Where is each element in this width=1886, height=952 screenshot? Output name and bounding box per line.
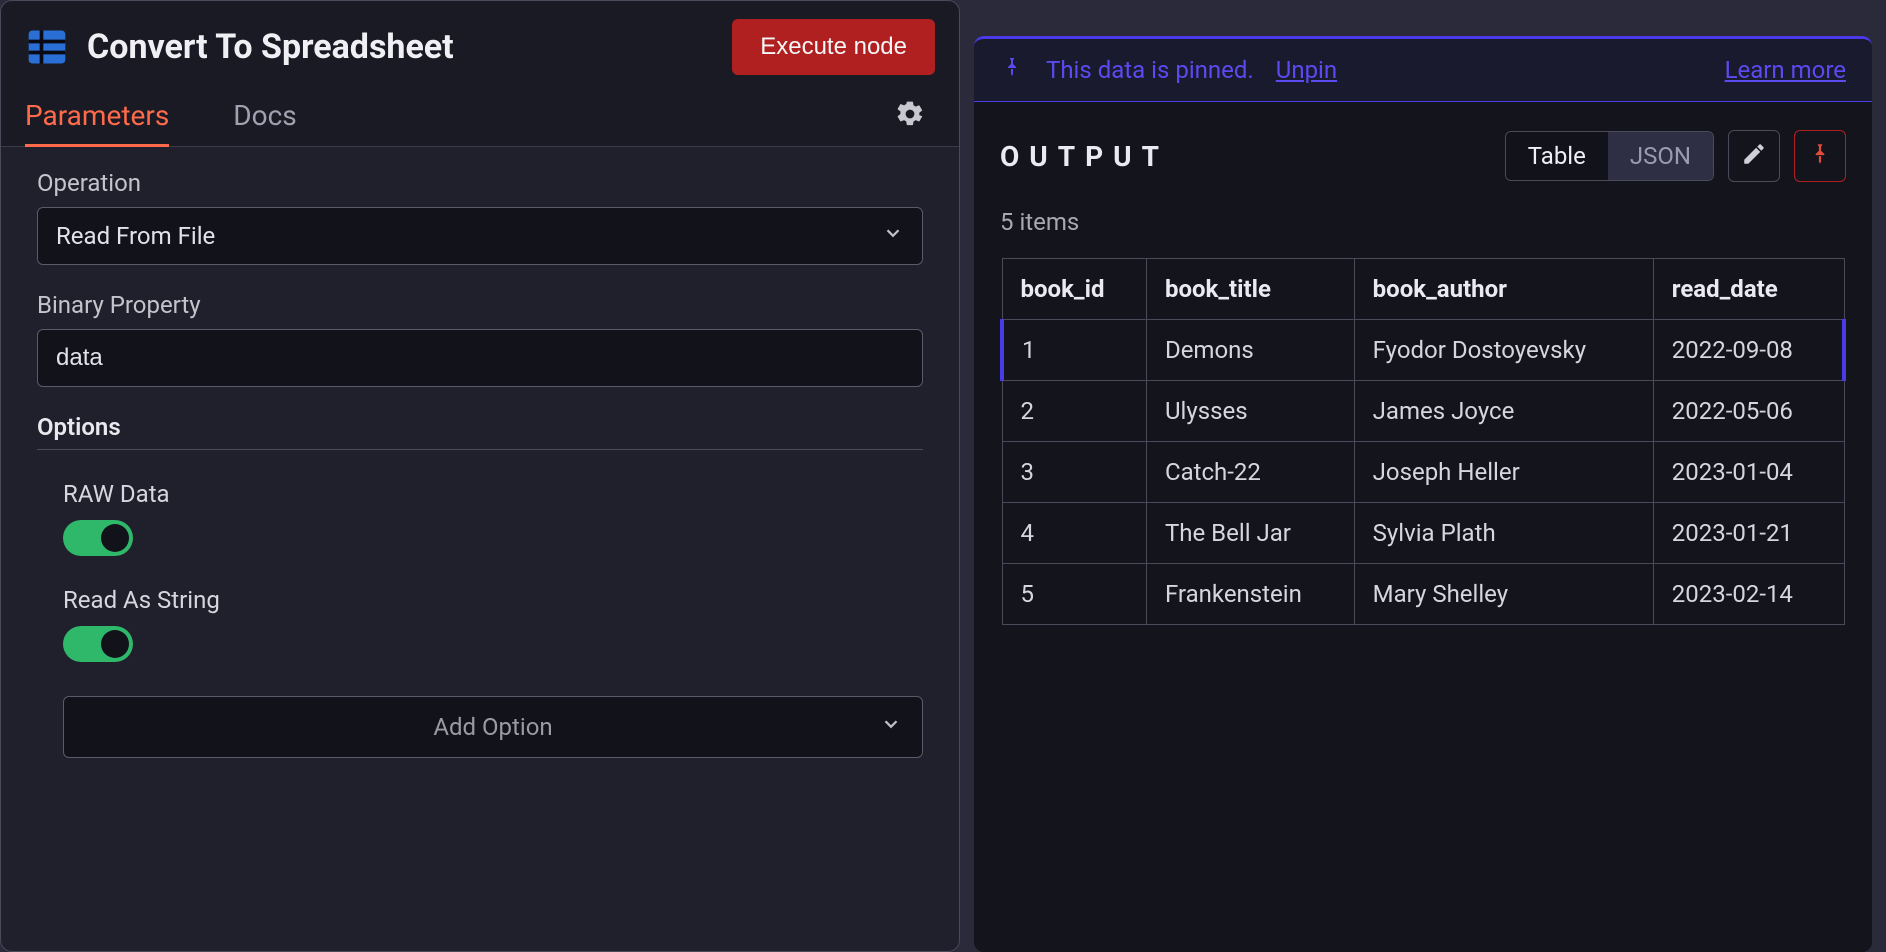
add-option-button[interactable]: Add Option [63, 696, 923, 758]
gear-icon [895, 114, 925, 133]
operation-label: Operation [37, 169, 923, 197]
view-toggle: Table JSON [1505, 131, 1714, 181]
table-row[interactable]: 3Catch-22Joseph Heller2023-01-04 [1002, 442, 1844, 503]
pinned-message: This data is pinned. [1046, 56, 1254, 84]
panel-header: Convert To Spreadsheet Execute node [1, 1, 959, 85]
table-cell: 5 [1002, 564, 1146, 625]
output-table: book_idbook_titlebook_authorread_date 1D… [1000, 258, 1846, 625]
table-cell: 2 [1002, 381, 1146, 442]
table-row[interactable]: 4The Bell JarSylvia Plath2023-01-21 [1002, 503, 1844, 564]
output-panel: This data is pinned. Unpin Learn more OU… [960, 0, 1886, 952]
parameters-body: Operation Read From File Binary Property… [1, 147, 959, 951]
read-as-string-toggle[interactable] [63, 626, 133, 662]
title-wrap: Convert To Spreadsheet [25, 25, 454, 69]
table-cell: 2023-01-21 [1653, 503, 1844, 564]
operation-select[interactable]: Read From File [37, 207, 923, 265]
chevron-down-icon [880, 713, 902, 741]
binary-property-label: Binary Property [37, 291, 923, 319]
add-option-label: Add Option [433, 713, 552, 741]
items-count: 5 items [1000, 208, 1846, 236]
options-heading: Options [37, 413, 923, 450]
table-cell: 2023-01-04 [1653, 442, 1844, 503]
option-read-as-string: Read As String [37, 580, 923, 686]
output-header: OUTPUT Table JSON [1000, 130, 1846, 182]
view-json-tab[interactable]: JSON [1608, 132, 1713, 180]
table-cell: Mary Shelley [1354, 564, 1653, 625]
pinned-bar: This data is pinned. Unpin Learn more [974, 36, 1872, 102]
raw-data-toggle[interactable] [63, 520, 133, 556]
learn-more-link[interactable]: Learn more [1725, 56, 1846, 84]
table-header-cell: book_title [1146, 259, 1354, 320]
pencil-icon [1741, 141, 1767, 171]
binary-property-input[interactable] [56, 344, 904, 372]
spreadsheet-icon [25, 25, 69, 69]
table-cell: Demons [1146, 320, 1354, 381]
output-title: OUTPUT [1000, 140, 1169, 173]
node-title: Convert To Spreadsheet [87, 27, 454, 67]
table-header-row: book_idbook_titlebook_authorread_date [1002, 259, 1844, 320]
raw-data-label: RAW Data [63, 480, 923, 508]
chevron-down-icon [882, 222, 904, 250]
toggle-knob [101, 524, 129, 552]
read-as-string-label: Read As String [63, 586, 923, 614]
table-header-cell: read_date [1653, 259, 1844, 320]
table-cell: Ulysses [1146, 381, 1354, 442]
table-cell: 2022-05-06 [1653, 381, 1844, 442]
node-config-panel: Convert To Spreadsheet Execute node Para… [0, 0, 960, 952]
binary-property-input-wrap [37, 329, 923, 387]
table-cell: 3 [1002, 442, 1146, 503]
tab-parameters[interactable]: Parameters [25, 85, 199, 146]
output-area: OUTPUT Table JSON 5 items [974, 102, 1872, 952]
pin-icon [1000, 55, 1024, 85]
table-cell: Frankenstein [1146, 564, 1354, 625]
pin-icon [1807, 141, 1833, 171]
settings-button[interactable] [885, 89, 935, 143]
edit-output-button[interactable] [1728, 130, 1780, 182]
table-cell: Joseph Heller [1354, 442, 1653, 503]
table-header-cell: book_author [1354, 259, 1653, 320]
table-cell: James Joyce [1354, 381, 1653, 442]
table-cell: Catch-22 [1146, 442, 1354, 503]
unpin-link[interactable]: Unpin [1276, 56, 1337, 84]
table-cell: 1 [1002, 320, 1146, 381]
table-row[interactable]: 1DemonsFyodor Dostoyevsky2022-09-08 [1002, 320, 1844, 381]
table-cell: The Bell Jar [1146, 503, 1354, 564]
tab-docs[interactable]: Docs [233, 85, 326, 146]
table-row[interactable]: 2UlyssesJames Joyce2022-05-06 [1002, 381, 1844, 442]
table-cell: Sylvia Plath [1354, 503, 1653, 564]
table-row[interactable]: 5FrankensteinMary Shelley2023-02-14 [1002, 564, 1844, 625]
view-table-tab[interactable]: Table [1506, 132, 1608, 180]
table-header-cell: book_id [1002, 259, 1146, 320]
toggle-knob [101, 630, 129, 658]
table-cell: 4 [1002, 503, 1146, 564]
option-raw-data: RAW Data [37, 474, 923, 580]
operation-value: Read From File [56, 222, 215, 250]
tabs-row: Parameters Docs [1, 85, 959, 147]
table-cell: 2023-02-14 [1653, 564, 1844, 625]
execute-node-button[interactable]: Execute node [732, 19, 935, 75]
app-root: Convert To Spreadsheet Execute node Para… [0, 0, 1886, 952]
table-cell: Fyodor Dostoyevsky [1354, 320, 1653, 381]
table-cell: 2022-09-08 [1653, 320, 1844, 381]
table-body: 1DemonsFyodor Dostoyevsky2022-09-082Ulys… [1002, 320, 1844, 625]
pin-output-button[interactable] [1794, 130, 1846, 182]
